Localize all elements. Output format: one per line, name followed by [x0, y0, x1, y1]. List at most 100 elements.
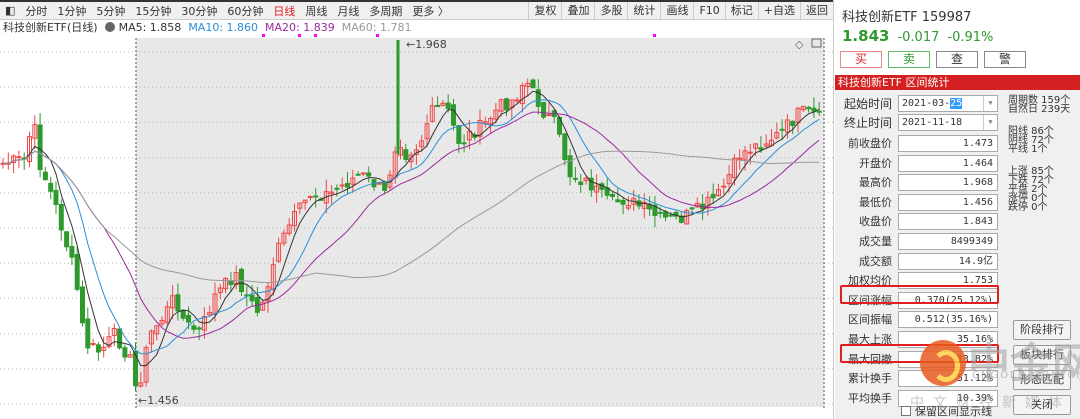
candle-body: [249, 294, 255, 302]
stat-row: 区间振幅 0.512(35.16%): [835, 311, 1000, 329]
end-time-select[interactable]: 2021-11-18 ▼: [898, 114, 998, 131]
stat-label: 平均换手: [848, 391, 892, 405]
candle-body: [657, 211, 663, 214]
security-title: 科技创新ETF 159987: [842, 10, 972, 25]
stat-row: 累计换手 51.12%: [835, 370, 1000, 388]
stat-label: 开盘价: [859, 156, 892, 170]
close-button[interactable]: 关闭: [1013, 395, 1071, 415]
candle-body: [567, 155, 573, 178]
buy-button[interactable]: 买: [840, 51, 882, 68]
candle-body: [689, 207, 695, 210]
event-marker: [376, 34, 379, 37]
candle-body: [366, 172, 372, 177]
stat-row: 开盘价 1.464: [835, 154, 1000, 173]
ma60-label: MA60: 1.781: [341, 20, 412, 34]
candle-body: [816, 110, 822, 113]
kline-chart[interactable]: 1.950←1.968←1.456◇: [0, 34, 840, 410]
candle-body: [811, 107, 817, 112]
event-marker: [298, 34, 301, 37]
ma-legend: 科技创新ETF(日线) MA5: 1.858 MA10: 1.860 MA20:…: [3, 20, 418, 35]
period-tab[interactable]: 日线: [268, 3, 300, 19]
period-tab[interactable]: 1分钟: [52, 3, 91, 19]
pattern-match-button[interactable]: 形态匹配: [1013, 370, 1071, 390]
candle-body: [80, 286, 85, 324]
stat-label: 累计换手: [848, 372, 892, 386]
candle-body: [95, 344, 101, 353]
high-price-marker: ←1.968: [406, 38, 447, 51]
event-marker: [262, 34, 265, 37]
candle-body: [710, 193, 716, 199]
candle-body: [64, 231, 70, 248]
end-time-label: 终止时间: [843, 116, 892, 130]
checkbox-icon[interactable]: [901, 406, 911, 416]
period-tab[interactable]: 更多 〉: [407, 3, 454, 19]
tool-button[interactable]: 标记: [724, 2, 758, 20]
tool-button[interactable]: +自选: [757, 2, 800, 20]
candle-body: [186, 314, 191, 323]
period-tab[interactable]: 60分钟: [222, 3, 268, 19]
start-time-select[interactable]: 2021-03-25 ▼: [898, 95, 998, 112]
tool-button[interactable]: 复权: [528, 2, 561, 20]
tool-button[interactable]: 画线: [660, 2, 693, 20]
candle-body: [456, 125, 462, 144]
candle-body: [355, 173, 361, 176]
period-tab[interactable]: 周线: [300, 3, 332, 19]
highlight-box: [840, 344, 999, 363]
stat-label: 成交量: [859, 235, 892, 248]
period-tab[interactable]: 多周期: [364, 3, 407, 19]
ma20-label: MA20: 1.839: [265, 20, 335, 34]
stat-value: 8499349: [898, 233, 998, 250]
tool-button[interactable]: 统计: [627, 2, 660, 20]
candle-body: [85, 318, 91, 349]
candle-body: [806, 106, 812, 110]
sell-button[interactable]: 卖: [888, 51, 930, 68]
stat-info-line: 跌停 0个: [1008, 202, 1048, 213]
tool-button[interactable]: 叠加: [561, 2, 594, 20]
chevron-down-icon[interactable]: ▼: [983, 115, 997, 130]
tool-button[interactable]: 返回: [800, 2, 833, 20]
settings-icon[interactable]: [104, 22, 115, 32]
candle-body: [360, 172, 366, 175]
sector-ranking-button[interactable]: 板块排行: [1013, 345, 1071, 365]
stat-label: 前收盘价: [848, 137, 892, 150]
candle-body: [747, 151, 753, 154]
candle-body: [196, 327, 202, 330]
stat-value: 1.456: [898, 193, 998, 211]
alert-button[interactable]: 警: [984, 51, 1026, 68]
stat-label: 最低价: [859, 195, 892, 209]
query-button[interactable]: 查: [936, 51, 978, 68]
stat-row: 最低价 1.456: [835, 193, 1000, 212]
candle-body: [610, 193, 615, 197]
stage-ranking-button[interactable]: 阶段排行: [1013, 320, 1071, 340]
ma5-label: MA5: 1.858: [118, 20, 182, 34]
interval-stats-dialog: 科技创新ETF 区间统计 起始时间 2021-03-25 ▼ 终止时间 2021-…: [835, 75, 1080, 419]
candle-body: [74, 253, 80, 290]
checkbox-label: 保留区间显示线: [915, 405, 992, 418]
sidebar-toggle-icon[interactable]: ◧: [0, 4, 20, 17]
candle-body: [578, 181, 584, 186]
stat-row: 成交量 8499349: [835, 233, 1000, 251]
selected-interval-background: [136, 38, 824, 407]
stat-value: 1.464: [898, 154, 998, 172]
candle-body: [721, 185, 727, 188]
candle-body: [307, 196, 313, 199]
stat-value: 1.968: [898, 174, 998, 192]
period-tab[interactable]: 月线: [332, 3, 364, 19]
period-tab[interactable]: 15分钟: [130, 3, 176, 19]
event-marker: [314, 34, 317, 37]
candle-body: [668, 214, 674, 217]
candle-body: [58, 203, 64, 231]
chevron-down-icon[interactable]: ▼: [983, 96, 997, 111]
end-date-text: 2021-11-18: [902, 117, 963, 128]
tool-button[interactable]: F10: [693, 2, 724, 20]
stat-row: 前收盘价 1.473: [835, 135, 1000, 153]
candle-body: [334, 187, 340, 190]
keep-interval-lines-checkbox[interactable]: 保留区间显示线: [901, 403, 992, 419]
tool-button[interactable]: 多股: [594, 2, 627, 20]
period-tab[interactable]: 30分钟: [176, 3, 222, 19]
period-tab[interactable]: 5分钟: [91, 3, 130, 19]
candle-body: [53, 189, 59, 205]
candle-body: [504, 98, 509, 111]
candle-count-info: 阳线 86个 阴线 72个 平线 1个: [1008, 127, 1054, 155]
period-tab[interactable]: 分时: [20, 3, 52, 19]
